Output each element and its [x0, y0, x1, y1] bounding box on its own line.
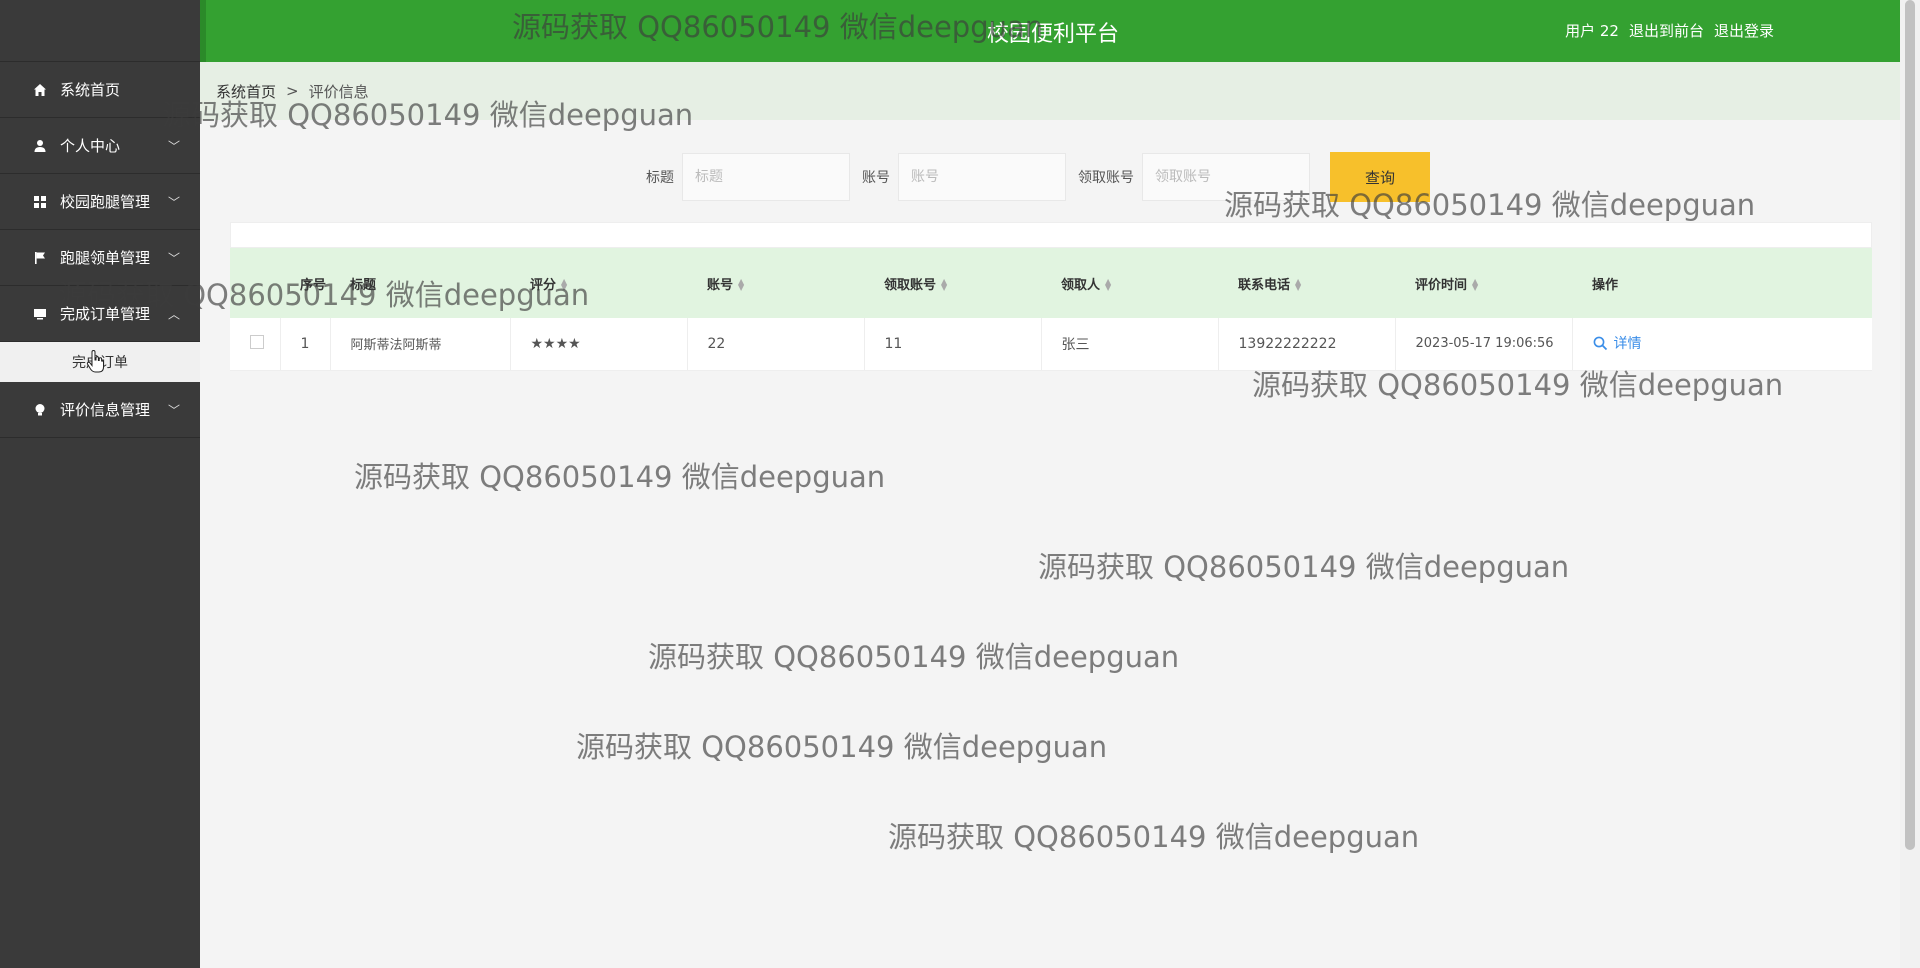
row-checkbox-cell[interactable] — [230, 318, 281, 371]
detail-label: 详情 — [1613, 336, 1642, 352]
watermark: 源码获取 QQ86050149 微信deepguan — [648, 640, 1180, 674]
sidebar-item-reviews[interactable]: 评价信息管理 ﹀ — [0, 382, 200, 438]
sidebar-item-label: 完成订单管理 — [60, 305, 151, 323]
column-header-index: 序号 — [300, 277, 327, 293]
sidebar-item-errands[interactable]: 校园跑腿管理 ﹀ — [0, 174, 200, 230]
breadcrumb: 系统首页 > 评价信息 — [200, 62, 1900, 120]
title-filter-input[interactable] — [682, 153, 850, 201]
cell-action: 详情 — [1572, 318, 1872, 371]
flag-icon — [32, 250, 48, 266]
watermark: 源码获取 QQ86050149 微信deepguan — [354, 460, 886, 494]
sidebar-top — [0, 0, 200, 62]
sort-icon[interactable]: ▲ ▼ — [1472, 278, 1478, 292]
cell-receiver: 张三 — [1041, 318, 1219, 371]
reviews-table: 序号 标题 评分 ▲ ▼ 账号 ▲ ▼ 领取账号 ▲ ▼ 领取人 ▲ ▼ 联系电话 ▲ ▼ 评价时间… — [230, 222, 1872, 371]
cell-title: 阿斯蒂法阿斯蒂 — [330, 318, 511, 371]
breadcrumb-current: 评价信息 — [308, 82, 369, 101]
sidebar-item-label: 系统首页 — [60, 81, 121, 99]
sidebar-item-label: 个人中心 — [60, 137, 121, 155]
cell-phone: 13922222222 — [1218, 318, 1396, 371]
column-header-title: 标题 — [350, 277, 377, 293]
receiver-account-filter-label: 领取账号 — [1078, 170, 1134, 186]
column-header-receiver-account[interactable]: 领取账号 ▲ ▼ — [864, 248, 1041, 318]
sidebar-item-orders-taken[interactable]: 跑腿领单管理 ﹀ — [0, 230, 200, 286]
table-row: 1 阿斯蒂法阿斯蒂 ★★★★ 22 11 张三 13922222222 2023… — [230, 318, 1872, 371]
bulb-icon — [32, 402, 48, 418]
user-links: 用户 22 退出到前台 退出登录 — [1565, 20, 1774, 41]
sidebar-item-completed-orders[interactable]: 完成订单管理 ︿ — [0, 286, 200, 342]
sort-icon[interactable]: ▲ ▼ — [1105, 278, 1111, 292]
watermark: 源码获取 QQ86050149 微信deepguan — [888, 820, 1420, 854]
cell-receiver-account: 11 — [864, 318, 1042, 371]
column-header-phone[interactable]: 联系电话 ▲ ▼ — [1218, 248, 1395, 318]
breadcrumb-separator: > — [286, 82, 299, 100]
column-header-receiver[interactable]: 领取人 ▲ ▼ — [1041, 248, 1218, 318]
vertical-scrollbar[interactable] — [1900, 0, 1920, 968]
current-user: 用户 22 — [1565, 22, 1619, 40]
chevron-down-icon: ﹀ — [167, 251, 180, 265]
cell-rating: ★★★★ — [510, 318, 688, 371]
grid-icon — [32, 194, 48, 210]
sidebar: 系统首页 个人中心 ﹀ 校园跑腿管理 ﹀ 跑腿领单管理 ﹀ 完成订单管理 ︿ 完… — [0, 0, 200, 968]
sort-icon[interactable]: ▲ ▼ — [941, 278, 947, 292]
chevron-down-icon: ﹀ — [167, 403, 180, 417]
sidebar-item-home[interactable]: 系统首页 — [0, 62, 200, 118]
sidebar-item-profile[interactable]: 个人中心 ﹀ — [0, 118, 200, 174]
query-button[interactable]: 查询 — [1330, 152, 1430, 202]
account-filter-input[interactable] — [898, 153, 1066, 201]
monitor-icon — [32, 306, 48, 322]
top-header: 校园便利平台 用户 22 退出到前台 退出登录 — [200, 0, 1900, 62]
cell-time: 2023-05-17 19:06:56 — [1395, 318, 1573, 371]
chevron-down-icon: ﹀ — [167, 195, 180, 209]
receiver-account-filter-input[interactable] — [1142, 153, 1310, 201]
hand-cursor-icon — [86, 350, 104, 373]
table-header-row: 序号 标题 评分 ▲ ▼ 账号 ▲ ▼ 领取账号 ▲ ▼ 领取人 ▲ ▼ 联系电话 ▲ ▼ 评价时间… — [230, 248, 1872, 318]
sort-icon[interactable]: ▲ ▼ — [738, 278, 744, 292]
search-icon — [1593, 336, 1607, 350]
account-filter-label: 账号 — [862, 170, 890, 186]
title-filter-label: 标题 — [646, 170, 674, 186]
chevron-up-icon: ︿ — [167, 307, 180, 321]
sidebar-item-label: 评价信息管理 — [60, 401, 151, 419]
logout-link[interactable]: 退出登录 — [1714, 20, 1774, 41]
column-header-action: 操作 — [1592, 277, 1619, 293]
scrollbar-thumb[interactable] — [1905, 0, 1915, 850]
sort-icon[interactable]: ▲ ▼ — [561, 278, 567, 292]
home-icon — [32, 82, 48, 98]
cell-index: 1 — [280, 318, 331, 371]
header-checkbox-cell — [230, 248, 280, 318]
sidebar-item-label: 跑腿领单管理 — [60, 249, 151, 267]
detail-button[interactable]: 详情 — [1593, 333, 1642, 353]
breadcrumb-home[interactable]: 系统首页 — [216, 81, 276, 102]
sidebar-item-label: 校园跑腿管理 — [60, 193, 151, 211]
column-header-time[interactable]: 评价时间 ▲ ▼ — [1395, 248, 1572, 318]
watermark: 源码获取 QQ86050149 微信deepguan — [1038, 550, 1570, 584]
row-checkbox[interactable] — [250, 334, 264, 349]
user-icon — [32, 138, 48, 154]
column-header-rating[interactable]: 评分 ▲ ▼ — [510, 248, 687, 318]
table-toolbar — [230, 222, 1872, 248]
cell-account: 22 — [687, 318, 865, 371]
column-header-account[interactable]: 账号 ▲ ▼ — [687, 248, 864, 318]
watermark: 源码获取 QQ86050149 微信deepguan — [576, 730, 1108, 764]
back-to-frontend-link[interactable]: 退出到前台 — [1629, 20, 1704, 41]
search-bar: 标题 账号 领取账号 查询 — [646, 152, 1430, 202]
sort-icon[interactable]: ▲ ▼ — [1295, 278, 1301, 292]
chevron-down-icon: ﹀ — [167, 139, 180, 153]
